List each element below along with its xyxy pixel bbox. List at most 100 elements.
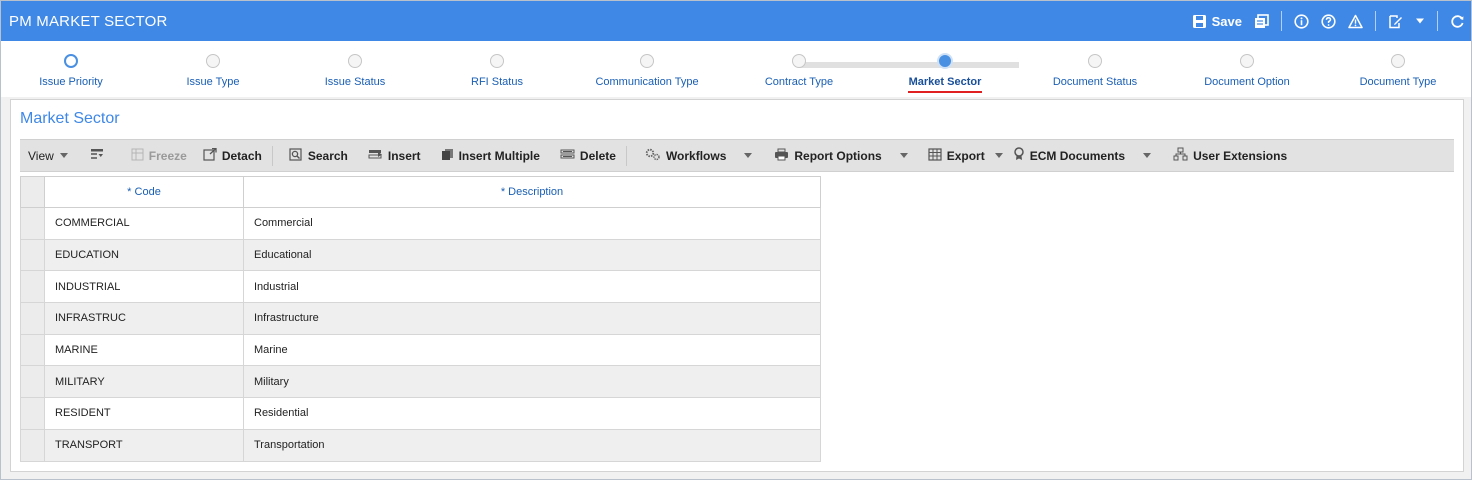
workflows-dropdown[interactable] xyxy=(734,140,758,171)
delete-button[interactable]: Delete xyxy=(548,140,624,171)
wizard-step[interactable]: Issue Type xyxy=(133,41,293,97)
row-selector[interactable] xyxy=(20,333,45,367)
copy-window-button[interactable] xyxy=(1254,13,1269,29)
export-dropdown[interactable] xyxy=(993,140,1009,171)
row-selector[interactable] xyxy=(20,428,45,462)
wizard-step-marker xyxy=(64,54,78,68)
user-extensions-button[interactable]: User Extensions xyxy=(1157,140,1295,171)
cell-code[interactable]: INDUSTRIAL xyxy=(44,270,244,304)
export-button[interactable]: Export xyxy=(914,140,993,171)
refresh-button[interactable] xyxy=(1450,14,1465,29)
cell-description[interactable]: Military xyxy=(243,365,821,399)
insert-icon xyxy=(368,148,388,164)
search-label: Search xyxy=(307,148,348,163)
column-header-description[interactable]: * Description xyxy=(243,176,821,208)
save-button[interactable]: Save xyxy=(1192,14,1242,29)
help-button[interactable] xyxy=(1321,13,1336,29)
wizard-step-active-marker xyxy=(937,53,953,69)
table-row[interactable]: INFRASTRUC Infrastructure xyxy=(20,302,821,335)
cell-code[interactable]: COMMERCIAL xyxy=(44,207,244,240)
cell-description[interactable]: Industrial xyxy=(243,270,821,304)
title-bar: PM MARKET SECTOR Save xyxy=(1,1,1471,41)
freeze-label: Freeze xyxy=(148,148,187,163)
search-icon xyxy=(289,147,308,164)
table-row[interactable]: MARINE Marine xyxy=(20,333,821,367)
cell-description[interactable]: Transportation xyxy=(243,428,821,462)
grid-toolbar: View Freeze Detach Search Insert Insert … xyxy=(20,139,1454,172)
column-header-code[interactable]: * Code xyxy=(44,176,244,208)
wizard-step-label: RFI Status xyxy=(471,76,523,88)
table-row[interactable]: INDUSTRIAL Industrial xyxy=(20,270,821,304)
cell-description[interactable]: Educational xyxy=(243,238,821,272)
wizard-step[interactable]: Document Option xyxy=(1167,41,1327,97)
insert-label: Insert xyxy=(387,148,421,163)
wizard-step[interactable]: Communication Type xyxy=(567,41,727,97)
report-options-button[interactable]: Report Options xyxy=(758,140,889,171)
wizard-step[interactable]: Document Status xyxy=(1015,41,1175,97)
table-row[interactable]: RESIDENT Residential xyxy=(20,397,821,430)
cell-code[interactable]: RESIDENT xyxy=(44,397,244,430)
cell-description[interactable]: Commercial xyxy=(243,207,821,240)
delete-label: Delete xyxy=(579,148,616,163)
panel-title: Market Sector xyxy=(20,110,120,127)
cell-code[interactable]: MILITARY xyxy=(44,365,244,399)
delete-icon xyxy=(560,148,580,164)
row-selector[interactable] xyxy=(20,302,45,335)
row-selector[interactable] xyxy=(20,270,45,304)
more-options-dropdown[interactable] xyxy=(1415,17,1425,25)
warning-icon xyxy=(1348,14,1363,29)
row-selector[interactable] xyxy=(20,365,45,399)
edit-note-icon xyxy=(1388,14,1403,29)
report-options-dropdown[interactable] xyxy=(890,140,914,171)
app-window: PM MARKET SECTOR Save Issue Priority Iss… xyxy=(0,0,1472,480)
title-bar-divider xyxy=(1281,11,1282,31)
wizard-step-label: Issue Status xyxy=(324,76,386,88)
view-dropdown[interactable]: View xyxy=(20,140,76,171)
wizard-step[interactable]: Document Type xyxy=(1318,41,1472,97)
wizard-step[interactable]: Contract Type xyxy=(719,41,879,97)
insert-multiple-button[interactable]: Insert Multiple xyxy=(429,140,548,171)
export-label: Export xyxy=(946,148,985,163)
workflows-label: Workflows xyxy=(665,148,727,163)
cell-code[interactable]: INFRASTRUC xyxy=(44,302,244,335)
row-selector-header[interactable] xyxy=(20,176,45,208)
refresh-icon xyxy=(1450,14,1465,29)
workflows-button[interactable]: Workflows xyxy=(629,140,734,171)
wizard-step[interactable]: RFI Status xyxy=(417,41,577,97)
chevron-down-icon xyxy=(1415,17,1425,25)
cell-code[interactable]: EDUCATION xyxy=(44,238,244,272)
edit-note-button[interactable] xyxy=(1388,14,1403,29)
wizard-steps: Issue Priority Issue Type Issue Status RFI … xyxy=(1,41,1471,97)
detach-button[interactable]: Detach xyxy=(195,140,270,171)
wizard-step-label: Document Type xyxy=(1359,76,1437,88)
wizard-step-marker xyxy=(206,54,220,68)
wizard-step[interactable]: Issue Status xyxy=(275,41,435,97)
column-chooser-button[interactable] xyxy=(76,140,117,171)
table-row[interactable]: COMMERCIAL Commercial xyxy=(20,207,821,240)
wizard-step-marker xyxy=(1240,54,1254,68)
chevron-down-icon xyxy=(744,153,753,158)
wizard-step-label: Document Status xyxy=(1052,76,1138,88)
search-button[interactable]: Search xyxy=(275,140,356,171)
insert-button[interactable]: Insert xyxy=(356,140,429,171)
wizard-step[interactable]: Market Sector xyxy=(865,41,1025,97)
table-row[interactable]: EDUCATION Educational xyxy=(20,238,821,272)
wizard-step[interactable]: Issue Priority xyxy=(0,41,151,97)
row-selector[interactable] xyxy=(20,207,45,240)
cell-code[interactable]: MARINE xyxy=(44,333,244,367)
wizard-step-label: Contract Type xyxy=(764,76,834,88)
cell-description[interactable]: Residential xyxy=(243,397,821,430)
cell-code[interactable]: TRANSPORT xyxy=(44,428,244,462)
cell-description[interactable]: Marine xyxy=(243,333,821,367)
info-button[interactable] xyxy=(1294,13,1309,29)
ecm-documents-dropdown[interactable] xyxy=(1133,140,1157,171)
row-selector[interactable] xyxy=(20,397,45,430)
table-row[interactable]: MILITARY Military xyxy=(20,365,821,399)
table-row[interactable]: TRANSPORT Transportation xyxy=(20,428,821,462)
freeze-button[interactable]: Freeze xyxy=(117,140,195,171)
cell-description[interactable]: Infrastructure xyxy=(243,302,821,335)
row-selector[interactable] xyxy=(20,238,45,272)
warning-button[interactable] xyxy=(1348,14,1363,29)
ecm-documents-button[interactable]: ECM Documents xyxy=(1009,140,1133,171)
copy-window-icon xyxy=(1254,13,1269,29)
